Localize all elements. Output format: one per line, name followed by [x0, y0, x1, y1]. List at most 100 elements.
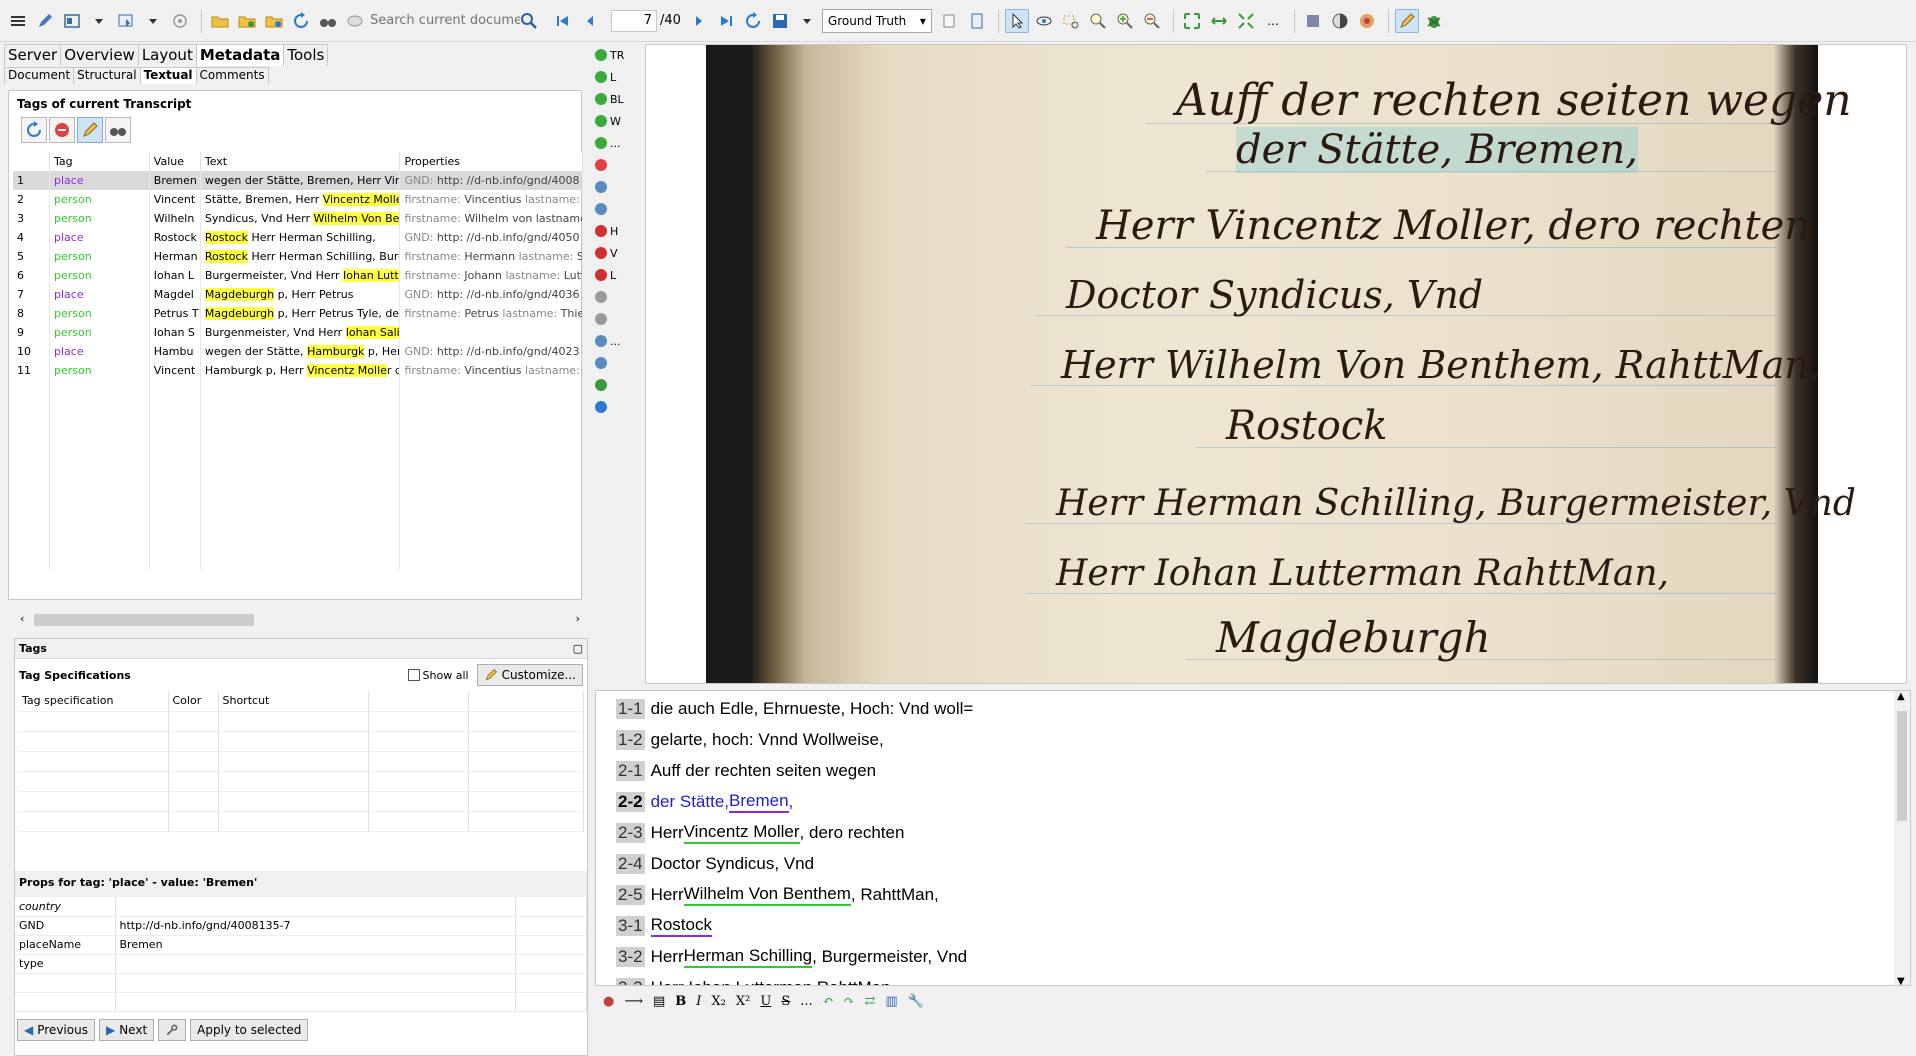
format-tool-0[interactable]: B — [675, 994, 686, 1009]
col-properties[interactable]: Properties — [399, 152, 583, 171]
table-row[interactable]: 6 person Iohan L Burgermeister, Vnd Herr I… — [13, 266, 583, 285]
table-row[interactable]: 3 person Wilheln Syndicus, Vnd Herr Wilhel… — [13, 209, 583, 228]
table-row[interactable]: 7 place Magdel Magdeburgh p, Herr Petrus GND… — [13, 285, 583, 304]
transcript-line[interactable]: 3-3 Herr Iohan Lutterman RahttMan — [596, 972, 1910, 985]
export-icon[interactable] — [114, 9, 138, 33]
document-image-canvas[interactable]: Auff der rechten seiten wegen der Stätte,… — [645, 44, 1907, 684]
shape-tool-0[interactable]: TR — [595, 44, 639, 66]
table-row[interactable]: 1 place Bremen wegen der Stätte, Bremen, H… — [13, 171, 583, 190]
search-icon[interactable] — [520, 12, 538, 30]
prop-row[interactable]: placeName Bremen — [15, 935, 587, 955]
scroll-left-icon[interactable]: ‹ — [20, 612, 24, 625]
shape-tool-15[interactable] — [595, 374, 639, 396]
scroll-down-icon[interactable]: ▼ — [1897, 976, 1905, 985]
format-tool-4[interactable]: U — [760, 994, 771, 1009]
subtab-textual[interactable]: Textual — [139, 67, 197, 84]
tab-metadata[interactable]: Metadata — [195, 44, 285, 66]
prop-row[interactable]: GND http://d-nb.info/gnd/4008135-7 — [15, 916, 587, 936]
tab-overview[interactable]: Overview — [60, 44, 139, 66]
format-tool-5[interactable]: S — [781, 994, 790, 1009]
open-folder-add-icon[interactable] — [235, 9, 259, 33]
handwritten-line[interactable]: Doctor Syndicus, Vnd — [1066, 273, 1483, 317]
format-tool-1[interactable]: I — [696, 994, 701, 1009]
first-page-icon[interactable] — [551, 9, 575, 33]
prop-value[interactable]: Bremen — [115, 935, 516, 955]
next-page-icon[interactable] — [687, 9, 711, 33]
col-tag[interactable]: Tag — [49, 152, 150, 171]
customize-button[interactable]: Customize... — [476, 664, 583, 686]
save-icon[interactable] — [768, 9, 792, 33]
format-icon[interactable]: ● — [603, 994, 614, 1009]
edit-tag-icon[interactable] — [77, 117, 103, 143]
search-field[interactable] — [370, 9, 545, 33]
table-row[interactable]: 5 person Herman Rostock Herr Herman Schilli… — [13, 247, 583, 266]
expand-icon[interactable] — [1234, 9, 1258, 33]
transcription-editor[interactable]: 1-1 die auch Edle, Ehrnueste, Hoch: Vnd w… — [595, 690, 1911, 986]
col-color[interactable]: Color — [168, 691, 219, 712]
next-button[interactable]: ▶ Next — [98, 1019, 155, 1041]
table-row[interactable]: 2 person Vincent Stätte, Bremen, Herr Vinc… — [13, 190, 583, 209]
fit-width-icon[interactable] — [1207, 9, 1231, 33]
image-filter-icon[interactable] — [1301, 9, 1325, 33]
page-number-input[interactable] — [611, 9, 657, 32]
tab-server[interactable]: Server — [4, 44, 62, 66]
version-select[interactable]: Ground Truth ▾ — [821, 8, 932, 33]
wrench-icon[interactable]: 🔧 — [908, 994, 924, 1009]
shape-tool-9[interactable]: V — [595, 242, 639, 264]
maximize-icon[interactable]: ▢ — [573, 642, 583, 655]
tab-layout[interactable]: Layout — [137, 44, 197, 66]
table-row[interactable]: 9 person Iohan S Burgenmeister, Vnd Herr Io… — [13, 323, 583, 342]
bug-icon[interactable] — [1422, 9, 1446, 33]
format-tool-2[interactable]: X₂ — [711, 994, 725, 1009]
table-row[interactable]: 4 place Rostock Rostock Herr Herman Schilli… — [13, 228, 583, 247]
refresh-tags-icon[interactable] — [21, 117, 47, 143]
menu-icon[interactable] — [6, 9, 30, 33]
copy-page-icon[interactable] — [938, 9, 962, 33]
swap-icon[interactable]: ⇄ — [864, 994, 875, 1009]
shape-tool-3[interactable]: W — [595, 110, 639, 132]
edit-tags-icon[interactable] — [1394, 8, 1419, 33]
disk-icon[interactable] — [343, 9, 367, 33]
indent-icon[interactable]: ⟶ — [624, 994, 643, 1009]
zoom-in-icon[interactable] — [1113, 9, 1137, 33]
previous-button[interactable]: ◀ Previous — [17, 1019, 95, 1041]
dropdown-arrow-icon[interactable] — [795, 9, 819, 33]
handwritten-line[interactable]: Rostock — [1226, 403, 1388, 449]
subtab-structural[interactable]: Structural — [73, 67, 141, 84]
binoculars-icon[interactable] — [316, 9, 340, 33]
transcript-line[interactable]: 2-4 Doctor Syndicus, Vnd — [596, 848, 1910, 879]
handwritten-line[interactable]: Herr Herman Schilling, Burgermeister, Vn… — [1056, 483, 1856, 524]
transcript-line[interactable]: 1-2 gelarte, hoch: Vnnd Wollweise, — [596, 724, 1910, 755]
shape-tool-14[interactable] — [595, 352, 639, 374]
format-tool-6[interactable]: ... — [800, 994, 812, 1009]
table-row[interactable]: 10 place Hambu wegen der Stätte, Hamburgk … — [13, 342, 583, 361]
shape-tool-16[interactable] — [595, 396, 639, 418]
open-folder-icon[interactable] — [208, 9, 232, 33]
transcript-line[interactable]: 1-1 die auch Edle, Ehrnueste, Hoch: Vnd w… — [596, 693, 1910, 724]
prop-row[interactable]: country — [15, 897, 587, 917]
shape-tool-6[interactable] — [595, 176, 639, 198]
redo-icon[interactable]: ↷ — [844, 994, 855, 1009]
prop-value[interactable]: http://d-nb.info/gnd/4008135-7 — [115, 916, 516, 936]
delete-tag-icon[interactable] — [49, 117, 75, 143]
search-tags-icon[interactable] — [105, 117, 131, 143]
col-shortcut[interactable]: Shortcut — [218, 691, 369, 712]
shape-tool-7[interactable] — [595, 198, 639, 220]
list-icon[interactable]: ▤ — [653, 994, 665, 1009]
prop-row[interactable]: type — [15, 954, 587, 974]
handwritten-line[interactable]: der Stätte, Bremen, — [1236, 127, 1638, 173]
zoom-out-icon[interactable] — [1140, 9, 1164, 33]
transcript-line[interactable]: 2-3 Herr Vincentz Moller, dero rechten — [596, 817, 1910, 848]
layout-view-icon[interactable] — [60, 9, 84, 33]
shape-tool-2[interactable]: BL — [595, 88, 639, 110]
col-index[interactable] — [13, 152, 50, 171]
scroll-right-icon[interactable]: › — [576, 612, 580, 625]
table-row[interactable]: 8 person Petrus T Magdeburgh p, Herr Petrus… — [13, 304, 583, 323]
handwritten-line[interactable]: Herr Iohan Lutterman RahttMan, — [1056, 553, 1669, 594]
transcript-line[interactable]: 3-1 Rostock — [596, 910, 1910, 941]
handwritten-line[interactable]: Herr Wilhelm Von Benthem, RahttMan, — [1061, 343, 1821, 387]
pen-icon[interactable] — [33, 9, 57, 33]
transcript-line[interactable]: 2-5 Herr Wilhelm Von Benthem, RahttMan, — [596, 879, 1910, 910]
fit-page-icon[interactable] — [1180, 9, 1204, 33]
reload-icon[interactable] — [741, 9, 765, 33]
